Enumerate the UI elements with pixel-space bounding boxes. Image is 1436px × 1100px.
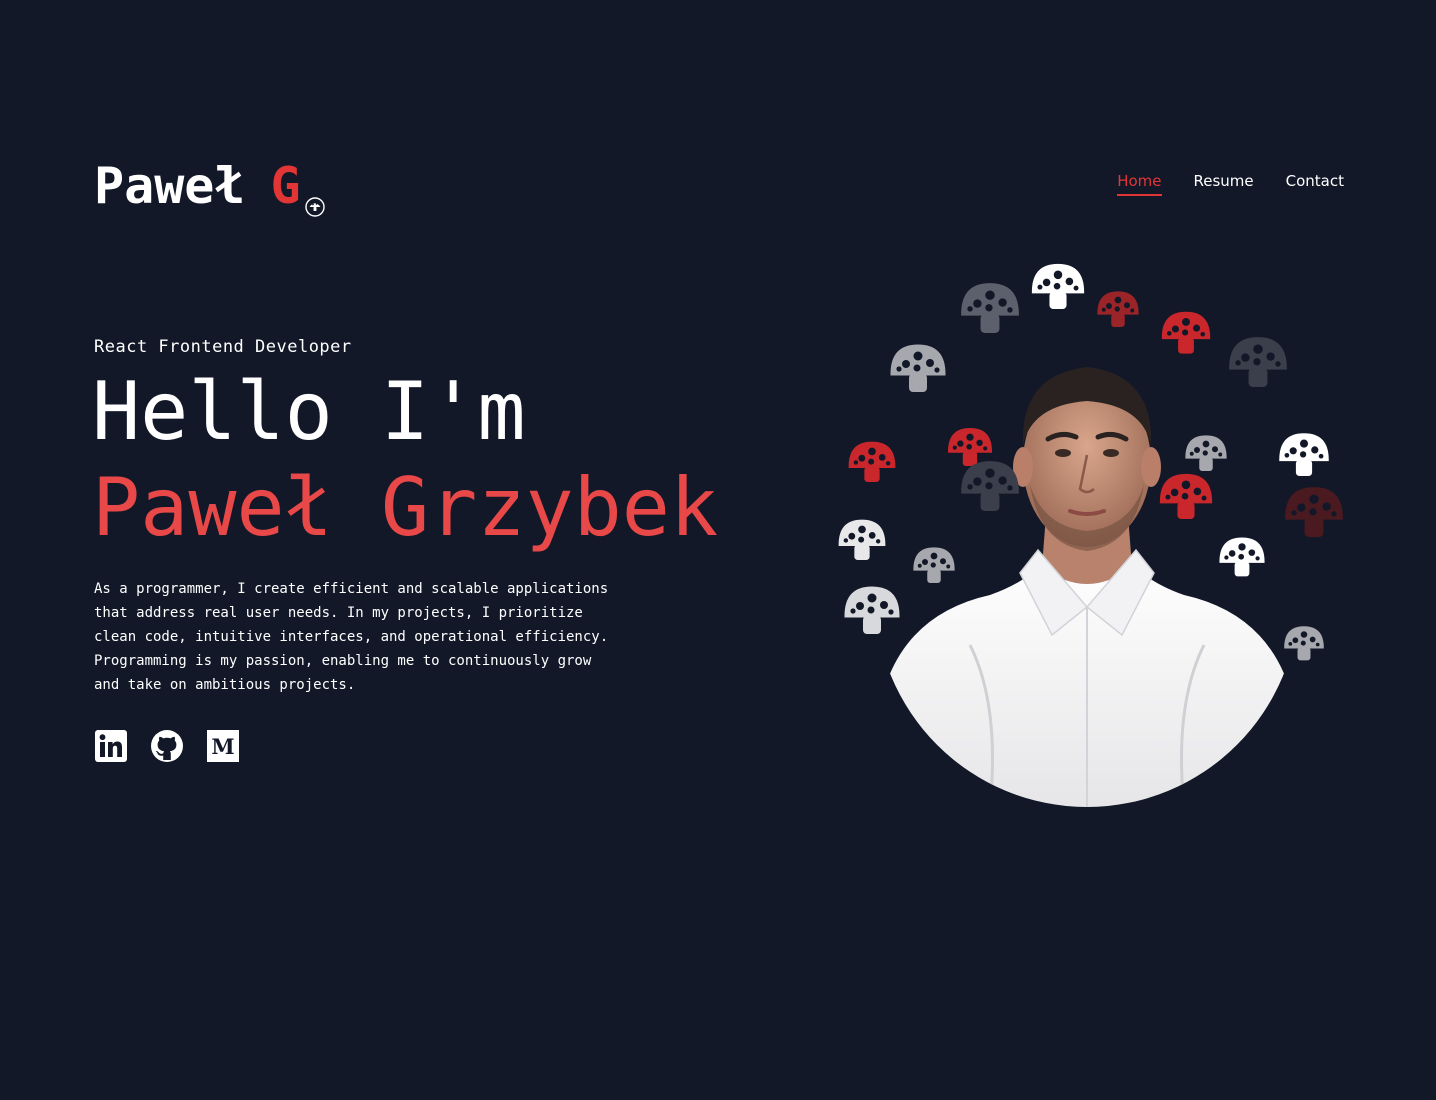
mushroom-badge-icon (305, 197, 325, 217)
role-subtitle: React Frontend Developer (94, 337, 352, 357)
hero-name: Paweł Grzybek (92, 461, 719, 554)
social-links: M (94, 729, 240, 763)
profile-photo (880, 367, 1294, 807)
logo-initial: G (270, 157, 301, 215)
mushroom-icon (838, 519, 886, 562)
site-logo[interactable]: Paweł G (94, 156, 301, 216)
github-icon[interactable] (150, 729, 184, 763)
mushroom-icon (1097, 291, 1139, 329)
nav-home[interactable]: Home (1117, 172, 1162, 196)
main-nav: Home Resume Contact (1117, 172, 1344, 196)
linkedin-icon[interactable] (94, 729, 128, 763)
medium-icon[interactable]: M (206, 729, 240, 763)
home-page: Paweł G Home Resume Contact React Fronten… (0, 0, 1436, 1100)
mushroom-icon (961, 283, 1019, 335)
logo-first-name: Paweł (94, 157, 245, 215)
medium-glyph: M (211, 734, 234, 759)
nav-contact[interactable]: Contact (1286, 172, 1344, 196)
nav-resume[interactable]: Resume (1194, 172, 1254, 196)
hero-bio: As a programmer, I create efficient and … (94, 581, 609, 693)
hero-greeting: Hello I'm (92, 365, 526, 458)
mushroom-icon (1285, 487, 1343, 539)
mushroom-icon (1031, 263, 1085, 311)
